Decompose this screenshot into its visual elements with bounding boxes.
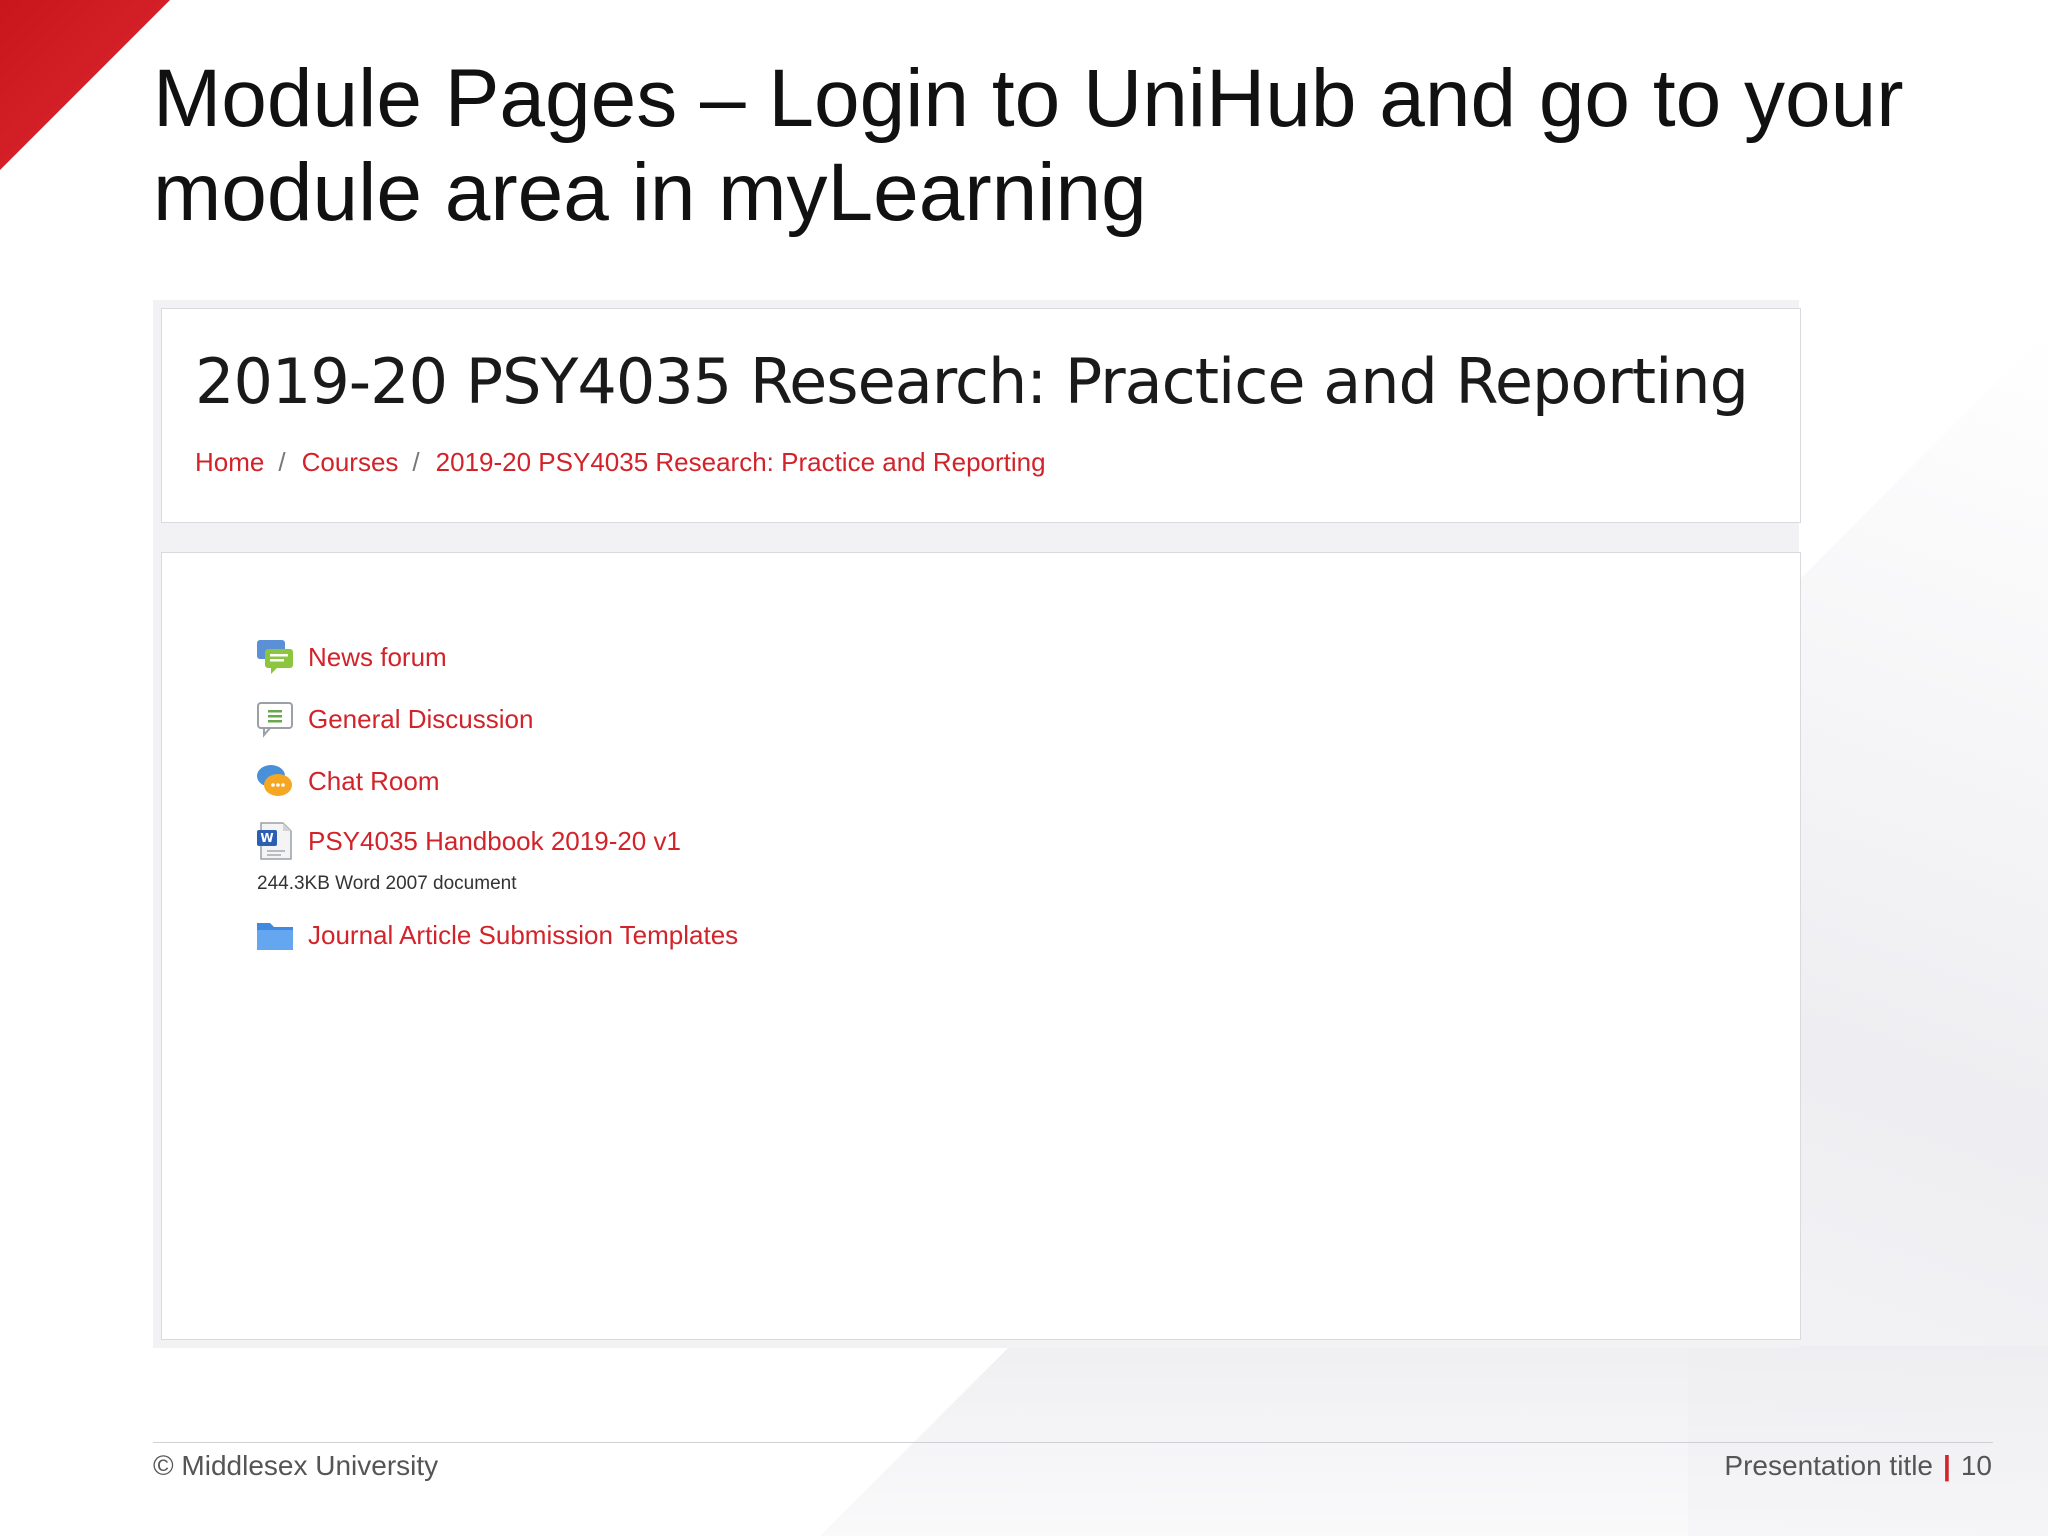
activity-handbook[interactable]: W PSY4035 Handbook 2019-20 v1 [255,819,681,863]
chat-icon [255,761,295,801]
background-facet-bottom [820,1346,2048,1536]
general-discussion-link[interactable]: General Discussion [308,704,533,735]
breadcrumb: Home / Courses / 2019-20 PSY4035 Research: P… [195,447,1046,478]
activity-news-forum[interactable]: News forum [255,635,447,679]
forum-icon [255,637,295,677]
red-corner-accent [0,0,170,170]
course-title: 2019-20 PSY4035 Research: Practice and R… [195,345,1749,418]
chat-room-link[interactable]: Chat Room [308,766,440,797]
handbook-link[interactable]: PSY4035 Handbook 2019-20 v1 [308,826,681,857]
footer-copyright: © Middlesex University [153,1450,439,1481]
breadcrumb-separator: / [412,447,420,477]
breadcrumb-home-link[interactable]: Home [195,447,264,477]
footer-separator: | [1943,1450,1951,1481]
course-content-panel: News forum General Discussion Chat Room … [161,552,1801,1340]
course-header-panel: 2019-20 PSY4035 Research: Practice and R… [161,308,1801,523]
folder-icon [255,915,295,955]
mylearning-screenshot: 2019-20 PSY4035 Research: Practice and R… [153,300,1801,1348]
breadcrumb-course-link[interactable]: 2019-20 PSY4035 Research: Practice and R… [436,447,1046,477]
activity-journal-templates[interactable]: Journal Article Submission Templates [255,913,738,957]
activity-chat-room[interactable]: Chat Room [255,759,440,803]
svg-text:W: W [260,831,273,845]
footer-presentation-title: Presentation title [1724,1450,1933,1481]
handbook-file-meta: 244.3KB Word 2007 document [257,873,517,894]
breadcrumb-courses-link[interactable]: Courses [302,447,399,477]
page-number: 10 [1960,1450,1992,1481]
footer-right: Presentation title | 10 [1724,1450,1992,1482]
footer-divider [153,1442,1993,1443]
word-document-icon: W [255,821,295,861]
slide-title: Module Pages – Login to UniHub and go to… [153,53,1904,238]
discussion-icon [255,699,295,739]
journal-templates-link[interactable]: Journal Article Submission Templates [308,920,738,951]
breadcrumb-separator: / [278,447,286,477]
news-forum-link[interactable]: News forum [308,642,447,673]
activity-general-discussion[interactable]: General Discussion [255,697,533,741]
